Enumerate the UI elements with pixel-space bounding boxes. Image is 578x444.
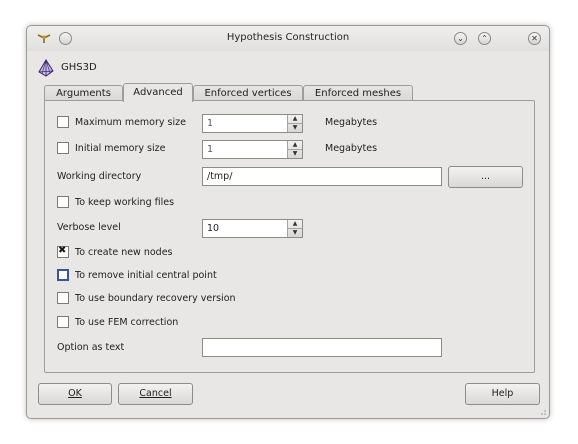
spin-up-icon[interactable]: ▲ bbox=[288, 141, 302, 150]
tetrahedron-icon bbox=[38, 59, 54, 77]
verbose-label: Verbose level bbox=[57, 222, 121, 233]
option-text-input[interactable] bbox=[202, 338, 442, 357]
boundary-recovery-checkbox[interactable] bbox=[57, 292, 69, 304]
option-text-label: Option as text bbox=[57, 342, 125, 353]
keep-files-label: To keep working files bbox=[75, 197, 175, 208]
max-memory-checkbox[interactable] bbox=[57, 116, 69, 128]
init-memory-checkbox[interactable] bbox=[57, 142, 69, 154]
tab-enforced-vertices[interactable]: Enforced vertices bbox=[193, 85, 303, 101]
spin-up-icon[interactable]: ▲ bbox=[288, 115, 302, 124]
spin-up-icon[interactable]: ▲ bbox=[288, 220, 302, 229]
verbose-spinbox[interactable]: 10 ▲ ▼ bbox=[202, 219, 303, 238]
max-memory-stepper: ▲ ▼ bbox=[287, 115, 302, 132]
working-dir-input[interactable]: /tmp/ bbox=[202, 167, 442, 186]
dialog-window: Hypothesis Construction ⌄ ⌃ ✕ GHS3D Argu… bbox=[26, 25, 550, 419]
max-memory-spinbox[interactable]: 1 ▲ ▼ bbox=[202, 114, 303, 133]
init-memory-unit: Megabytes bbox=[325, 143, 378, 154]
cancel-label: Cancel bbox=[139, 388, 172, 399]
browse-button[interactable]: ... bbox=[448, 166, 523, 188]
fem-correction-checkbox[interactable] bbox=[57, 316, 69, 328]
init-memory-label: Initial memory size bbox=[75, 143, 166, 154]
minimize-icon[interactable]: ⌄ bbox=[454, 32, 467, 45]
boundary-recovery-label: To use boundary recovery version bbox=[75, 293, 236, 304]
remove-central-label: To remove initial central point bbox=[75, 270, 217, 281]
algorithm-name: GHS3D bbox=[61, 62, 97, 73]
create-nodes-label: To create new nodes bbox=[75, 247, 173, 258]
verbose-stepper: ▲ ▼ bbox=[287, 220, 302, 237]
help-label: Help bbox=[491, 388, 514, 399]
ok-label: OK bbox=[68, 388, 82, 399]
spin-down-icon[interactable]: ▼ bbox=[288, 150, 302, 158]
ok-button[interactable]: OK bbox=[38, 383, 112, 405]
spin-down-icon[interactable]: ▼ bbox=[288, 124, 302, 132]
max-memory-label: Maximum memory size bbox=[75, 117, 186, 128]
resize-grip-icon[interactable] bbox=[539, 408, 547, 416]
tab-arguments[interactable]: Arguments bbox=[44, 85, 123, 101]
init-memory-spinbox[interactable]: 1 ▲ ▼ bbox=[202, 140, 303, 159]
init-memory-value: 1 bbox=[207, 144, 213, 155]
title-bar[interactable]: Hypothesis Construction ⌄ ⌃ ✕ bbox=[27, 26, 549, 51]
tab-advanced[interactable]: Advanced bbox=[123, 83, 193, 102]
window-title: Hypothesis Construction bbox=[226, 32, 350, 43]
remove-central-checkbox[interactable] bbox=[57, 269, 69, 281]
spin-down-icon[interactable]: ▼ bbox=[288, 229, 302, 237]
create-nodes-checkbox[interactable] bbox=[57, 245, 69, 258]
init-memory-stepper: ▲ ▼ bbox=[287, 141, 302, 158]
fem-correction-label: To use FEM correction bbox=[75, 317, 179, 328]
verbose-value: 10 bbox=[207, 223, 220, 234]
help-button[interactable]: Help bbox=[465, 383, 540, 405]
close-icon[interactable]: ✕ bbox=[528, 32, 541, 45]
working-dir-label: Working directory bbox=[57, 171, 142, 182]
maximize-icon[interactable]: ⌃ bbox=[478, 32, 491, 45]
tab-enforced-meshes[interactable]: Enforced meshes bbox=[303, 85, 413, 101]
max-memory-value: 1 bbox=[207, 118, 213, 129]
max-memory-unit: Megabytes bbox=[325, 117, 378, 128]
cancel-button[interactable]: Cancel bbox=[118, 383, 193, 405]
advanced-panel: Maximum memory size 1 ▲ ▼ Megabytes Init… bbox=[44, 100, 535, 373]
keep-files-checkbox[interactable] bbox=[57, 196, 69, 208]
